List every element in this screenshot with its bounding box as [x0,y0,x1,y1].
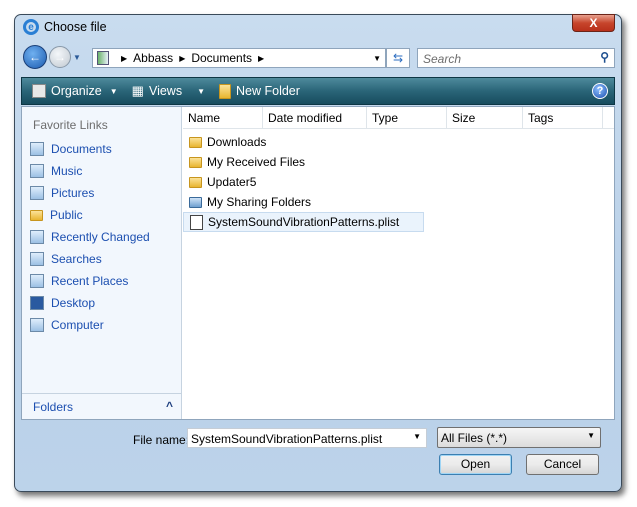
chevron-down-icon: ▼ [587,431,595,440]
list-item[interactable]: Downloads [183,132,424,152]
sidebar-item-desktop[interactable]: Desktop [22,292,181,314]
organize-icon [32,84,46,98]
file-list: Name Date modified Type Size Tags Downlo… [183,107,614,419]
back-button[interactable]: ← [23,45,47,69]
toolbar: Organize ▼ ▦ Views ▼ New Folder ? [21,77,615,105]
new-folder-label: New Folder [236,84,300,98]
computer-icon [30,318,44,332]
sidebar-item-recently-changed[interactable]: Recently Changed [22,226,181,248]
organize-button[interactable]: Organize ▼ [32,84,118,98]
sidebar-item-label: Pictures [51,186,95,200]
folder-icon [189,176,202,188]
folder-icon [189,136,202,148]
sidebar-item-searches[interactable]: Searches [22,248,181,270]
breadcrumb-documents[interactable]: Documents [191,51,252,65]
column-date-modified[interactable]: Date modified [263,107,367,128]
search-icon[interactable]: ⚲ [600,50,609,64]
music-icon [30,164,44,178]
views-label: Views [148,84,183,98]
open-button[interactable]: Open [439,454,512,475]
views-button[interactable]: ▦ Views ▼ [132,83,205,99]
column-type[interactable]: Type [367,107,447,128]
list-item[interactable]: Updater5 [183,172,424,192]
folder-icon [97,51,109,65]
file-name-value: SystemSoundVibrationPatterns.plist [191,432,383,446]
list-item[interactable]: My Received Files [183,152,424,172]
search-input[interactable]: Search ⚲ [417,48,615,68]
recently-changed-icon [30,230,44,244]
sidebar-item-label: Searches [51,252,102,266]
new-folder-button[interactable]: New Folder [219,83,300,99]
organize-label: Organize [51,84,102,98]
recent-pages-dropdown[interactable]: ▼ [73,53,81,62]
ie-icon: e [23,19,39,35]
file-icon [190,214,203,230]
refresh-button[interactable]: ⇆ [386,48,410,68]
sidebar-item-pictures[interactable]: Pictures [22,182,181,204]
folders-toggle[interactable]: Folders ^ [22,393,181,419]
breadcrumb-arrow-icon[interactable]: ▶ [179,54,185,63]
sidebar-item-music[interactable]: Music [22,160,181,182]
sidebar-item-public[interactable]: Public [22,204,181,226]
forward-button[interactable]: → [49,46,71,68]
sidebar-item-recent-places[interactable]: Recent Places [22,270,181,292]
column-name[interactable]: Name [183,107,263,128]
address-bar[interactable]: ▶ Abbass ▶ Documents ▶ ▼ [92,48,386,68]
navigation-pane: Favorite Links Documents Music Pictures … [22,107,182,419]
file-name: My Received Files [207,155,306,169]
documents-icon [30,142,44,156]
file-dialog: e Choose file X ← → ▼ ▶ Abbass ▶ Documen… [14,14,622,492]
sidebar-item-label: Desktop [51,296,96,310]
column-headers: Name Date modified Type Size Tags [183,107,614,129]
views-icon: ▦ [131,83,144,98]
sidebar-item-label: Music [51,164,83,178]
sidebar-item-label: Public [50,208,83,222]
desktop-icon [30,296,44,310]
favorite-links-heading: Favorite Links [33,118,108,132]
chevron-down-icon[interactable]: ▼ [373,54,381,63]
searches-icon [30,252,44,266]
file-name: My Sharing Folders [207,195,312,209]
recent-places-icon [30,274,44,288]
pictures-icon [30,186,44,200]
sidebar-item-computer[interactable]: Computer [22,314,181,336]
cancel-button[interactable]: Cancel [526,454,599,475]
sidebar-item-label: Recently Changed [51,230,150,244]
column-size[interactable]: Size [447,107,523,128]
chevron-down-icon[interactable]: ▼ [413,432,421,441]
sidebar-item-label: Documents [51,142,112,156]
file-name-label: File name: [133,433,190,447]
file-name-input[interactable]: SystemSoundVibrationPatterns.plist ▼ [187,428,427,448]
folders-label: Folders [33,400,74,414]
new-folder-icon [219,83,231,99]
public-folder-icon [30,209,43,221]
shared-folder-icon [189,196,202,208]
list-item[interactable]: My Sharing Folders [183,192,424,212]
breadcrumb-arrow-icon[interactable]: ▶ [121,54,127,63]
title-bar: e Choose file [23,19,107,35]
close-button[interactable]: X [572,14,615,32]
file-name: Updater5 [207,175,257,189]
window-title: Choose file [44,20,107,34]
chevron-down-icon: ▼ [197,86,205,96]
column-tags[interactable]: Tags [523,107,603,128]
breadcrumb-abbass[interactable]: Abbass [133,51,173,65]
file-name: Downloads [207,135,267,149]
help-icon[interactable]: ? [592,83,608,99]
file-type-value: All Files (*.*) [441,431,508,445]
chevron-up-icon: ^ [165,399,173,413]
sidebar-item-documents[interactable]: Documents [22,138,181,160]
search-placeholder: Search [423,52,462,66]
file-type-select[interactable]: All Files (*.*) ▼ [437,427,601,448]
folder-icon [189,156,202,168]
breadcrumb-arrow-icon[interactable]: ▶ [258,54,264,63]
chevron-down-icon: ▼ [109,86,118,96]
list-item-selected[interactable]: SystemSoundVibrationPatterns.plist [183,212,424,232]
sidebar-item-label: Recent Places [51,274,129,288]
file-name: SystemSoundVibrationPatterns.plist [208,215,400,229]
sidebar-item-label: Computer [51,318,104,332]
